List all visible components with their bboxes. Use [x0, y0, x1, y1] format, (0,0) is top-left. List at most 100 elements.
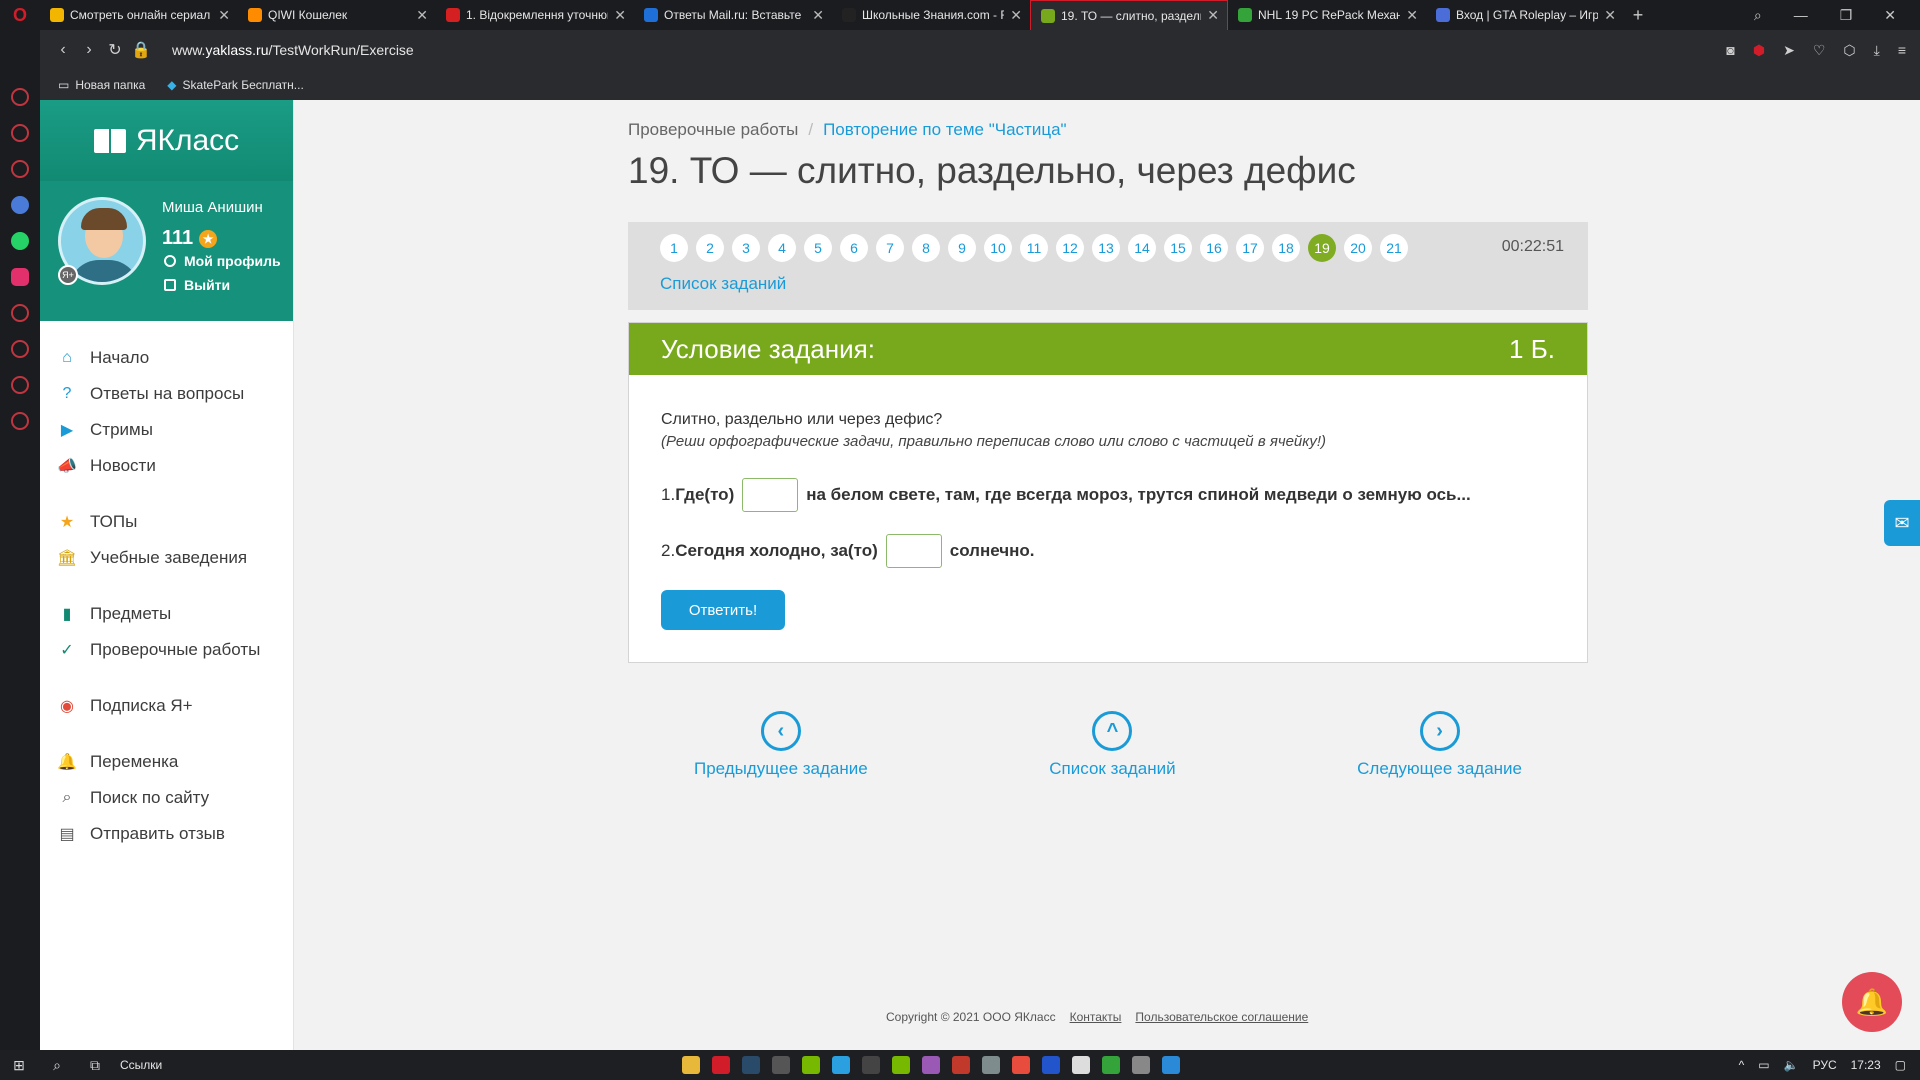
question-number[interactable]: 16: [1200, 234, 1228, 262]
browser-tab[interactable]: 19. ТО — слитно, раздель ✕: [1030, 0, 1228, 30]
back-icon[interactable]: ‹: [50, 41, 76, 59]
windows-start-icon[interactable]: ⊞: [0, 1057, 38, 1074]
heart-icon[interactable]: ♡: [1813, 42, 1826, 59]
reload-icon[interactable]: ↻: [102, 40, 128, 60]
question-number[interactable]: 10: [984, 234, 1012, 262]
bookmark-folder[interactable]: ▭ Новая папка: [58, 78, 145, 92]
question-number[interactable]: 18: [1272, 234, 1300, 262]
sidebar-item-7[interactable]: ▮ Предметы: [40, 596, 293, 632]
question-number[interactable]: 4: [768, 234, 796, 262]
tab-close-icon[interactable]: ✕: [812, 7, 824, 24]
bookmark-skatepark[interactable]: ◆ SkatePark Бесплатн...: [167, 78, 304, 92]
tab-close-icon[interactable]: ✕: [1207, 7, 1219, 24]
sidebar-item-9[interactable]: ◉ Подписка Я+: [40, 688, 293, 724]
tab-close-icon[interactable]: ✕: [416, 7, 428, 24]
sidebar-item-2[interactable]: ? Ответы на вопросы: [40, 376, 293, 412]
task-list-bottom-link[interactable]: ^ Список заданий: [1049, 711, 1176, 779]
snapshot-icon[interactable]: ◙: [1726, 42, 1734, 59]
question-number[interactable]: 11: [1020, 234, 1048, 262]
my-profile-link[interactable]: Мой профиль: [164, 253, 281, 269]
question-number[interactable]: 14: [1128, 234, 1156, 262]
breadcrumb-current[interactable]: Повторение по теме "Частица": [823, 120, 1066, 140]
app-red-icon[interactable]: [952, 1056, 971, 1074]
sidebar-item-10[interactable]: 🔔 Переменка: [40, 744, 293, 780]
question-number[interactable]: 17: [1236, 234, 1264, 262]
search-tabs-icon[interactable]: ⌕: [1754, 7, 1762, 24]
opera-logo-icon[interactable]: O: [0, 0, 40, 30]
language-indicator[interactable]: РУС: [1813, 1058, 1837, 1072]
prev-task-link[interactable]: ‹ Предыдущее задание: [694, 711, 868, 779]
workspace-icon[interactable]: [11, 124, 29, 142]
sidebar-item-11[interactable]: ⌕ Поиск по сайту: [40, 780, 293, 816]
tray-chevron-icon[interactable]: ^: [1739, 1058, 1745, 1072]
question-number[interactable]: 13: [1092, 234, 1120, 262]
volume-icon[interactable]: 🔈: [1784, 1058, 1799, 1072]
task-list-link[interactable]: Список заданий: [660, 274, 786, 294]
browser-tab[interactable]: Смотреть онлайн сериал ✕: [40, 0, 238, 30]
question-number[interactable]: 19: [1308, 234, 1336, 262]
search-icon[interactable]: ⌕: [38, 1057, 76, 1074]
links-toolbar[interactable]: Ссылки: [120, 1058, 162, 1072]
app-icon[interactable]: [862, 1056, 881, 1074]
tab-close-icon[interactable]: ✕: [1010, 7, 1022, 24]
browser-tab[interactable]: Ответы Mail.ru: Вставьте ✕: [634, 0, 832, 30]
app-white-icon[interactable]: [1072, 1056, 1091, 1074]
browser-tab[interactable]: Школьные Знания.com - F ✕: [832, 0, 1030, 30]
app-g-icon[interactable]: [772, 1056, 791, 1074]
browser-tab[interactable]: NHL 19 PC RePack Механи ✕: [1228, 0, 1426, 30]
sidebar-item-5[interactable]: ★ ТОПы: [40, 504, 293, 540]
next-task-link[interactable]: › Следующее задание: [1357, 711, 1522, 779]
steam-icon[interactable]: [742, 1056, 761, 1074]
word-icon[interactable]: [1042, 1056, 1061, 1074]
network-icon[interactable]: ▭: [1758, 1058, 1769, 1072]
answer-input-2[interactable]: [885, 534, 942, 568]
explorer-icon[interactable]: [682, 1056, 701, 1074]
notification-bell-icon[interactable]: 🔔: [1842, 972, 1902, 1032]
new-tab-icon[interactable]: +: [1624, 0, 1652, 30]
opera-icon[interactable]: [712, 1056, 731, 1074]
history-icon[interactable]: [11, 340, 29, 358]
question-number[interactable]: 7: [876, 234, 904, 262]
lock-icon[interactable]: 🔒: [128, 40, 154, 60]
question-number[interactable]: 1: [660, 234, 688, 262]
question-number[interactable]: 12: [1056, 234, 1084, 262]
question-number[interactable]: 21: [1380, 234, 1408, 262]
question-number[interactable]: 8: [912, 234, 940, 262]
shield-app-icon[interactable]: [832, 1056, 851, 1074]
menu-icon[interactable]: ≡: [1898, 42, 1906, 59]
box-icon[interactable]: ⬡: [1843, 42, 1855, 59]
app-window-icon[interactable]: [1132, 1056, 1151, 1074]
browser-tab[interactable]: QIWI Кошелек ✕: [238, 0, 436, 30]
mail-icon[interactable]: ✉: [1884, 500, 1920, 546]
contacts-link[interactable]: Контакты: [1070, 1010, 1122, 1024]
question-number[interactable]: 9: [948, 234, 976, 262]
sidebar-item-1[interactable]: ⌂ Начало: [40, 340, 293, 376]
task-view-icon[interactable]: ⧉: [76, 1057, 114, 1074]
player-icon[interactable]: [11, 304, 29, 322]
question-number[interactable]: 20: [1344, 234, 1372, 262]
flow-icon[interactable]: ➤: [1783, 42, 1795, 59]
nvidia-icon[interactable]: [802, 1056, 821, 1074]
sidebar-item-3[interactable]: ▶ Стримы: [40, 412, 293, 448]
app-blue-icon[interactable]: [1162, 1056, 1181, 1074]
question-number[interactable]: 5: [804, 234, 832, 262]
extensions-icon[interactable]: [11, 376, 29, 394]
minimize-icon[interactable]: —: [1794, 7, 1808, 23]
tab-close-icon[interactable]: ✕: [1406, 7, 1418, 24]
whatsapp-icon[interactable]: [11, 232, 29, 250]
tab-close-icon[interactable]: ✕: [218, 7, 230, 24]
agreement-link[interactable]: Пользовательское соглашение: [1135, 1010, 1308, 1024]
question-number[interactable]: 15: [1164, 234, 1192, 262]
vs-icon[interactable]: [922, 1056, 941, 1074]
instagram-icon[interactable]: [11, 268, 29, 286]
tab-close-icon[interactable]: ✕: [614, 7, 626, 24]
browser-tab[interactable]: 1. Відокремлення уточнюк ✕: [436, 0, 634, 30]
question-number[interactable]: 6: [840, 234, 868, 262]
brand-logo[interactable]: ЯКласс: [40, 100, 293, 181]
tab-close-icon[interactable]: ✕: [1604, 7, 1616, 24]
url-field[interactable]: www.yaklass.ru/TestWorkRun/Exercise: [172, 42, 414, 58]
answer-input-1[interactable]: [742, 478, 799, 512]
browser-tab[interactable]: Вход | GTA Roleplay – Игра ✕: [1426, 0, 1624, 30]
speed-dial-icon[interactable]: [11, 88, 29, 106]
app-gray-icon[interactable]: [982, 1056, 1001, 1074]
